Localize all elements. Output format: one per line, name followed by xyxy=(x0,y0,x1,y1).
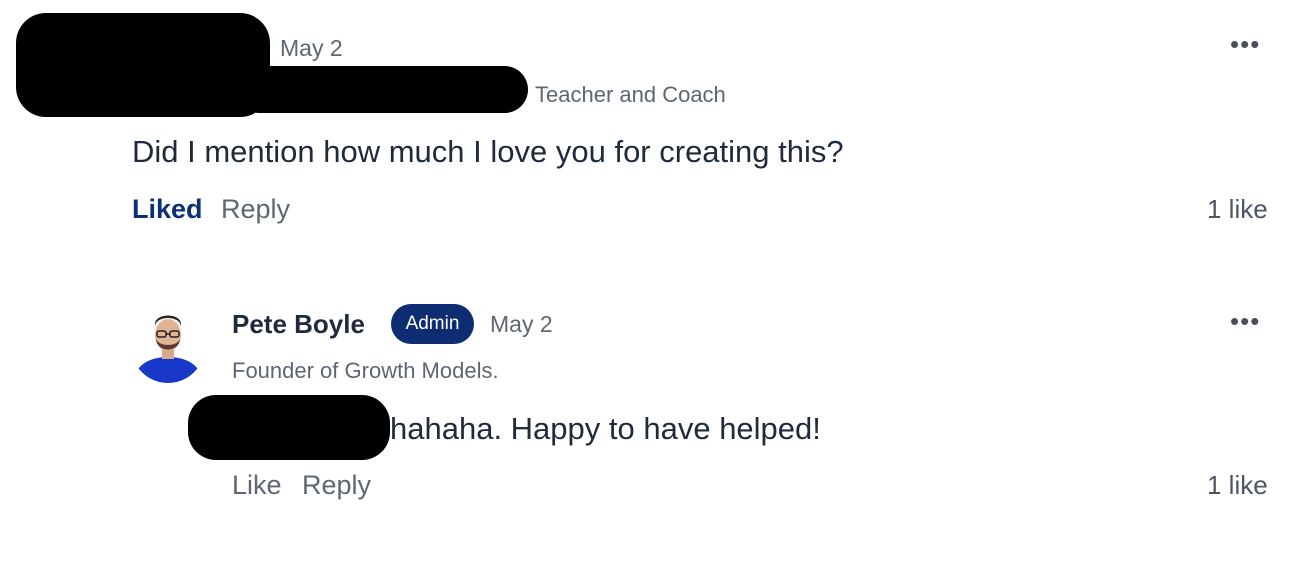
avatar-photo xyxy=(131,309,205,383)
reply-body: hahaha. Happy to have helped! xyxy=(390,411,821,446)
liked-button[interactable]: Liked xyxy=(132,194,203,225)
reply-date: May 2 xyxy=(490,311,553,337)
more-options-icon[interactable]: ••• xyxy=(1230,308,1260,334)
author-subtitle: Teacher and Coach xyxy=(535,82,726,107)
author-subtitle: Founder of Growth Models. xyxy=(232,358,499,383)
like-count[interactable]: 1 like xyxy=(1207,470,1268,501)
admin-badge: Admin xyxy=(391,304,474,344)
comment-date: May 2 xyxy=(280,35,343,61)
like-count[interactable]: 1 like xyxy=(1207,194,1268,225)
redacted-author-name-extension xyxy=(236,66,528,113)
redacted-mention xyxy=(188,395,390,460)
reply-button[interactable]: Reply xyxy=(302,470,371,501)
like-button[interactable]: Like xyxy=(232,470,282,501)
more-options-icon[interactable]: ••• xyxy=(1230,31,1260,57)
reply-button[interactable]: Reply xyxy=(221,194,290,225)
redacted-author-name xyxy=(16,13,270,117)
comment-body: Did I mention how much I love you for cr… xyxy=(132,134,844,169)
avatar[interactable] xyxy=(131,309,205,383)
author-name[interactable]: Pete Boyle xyxy=(232,309,365,340)
